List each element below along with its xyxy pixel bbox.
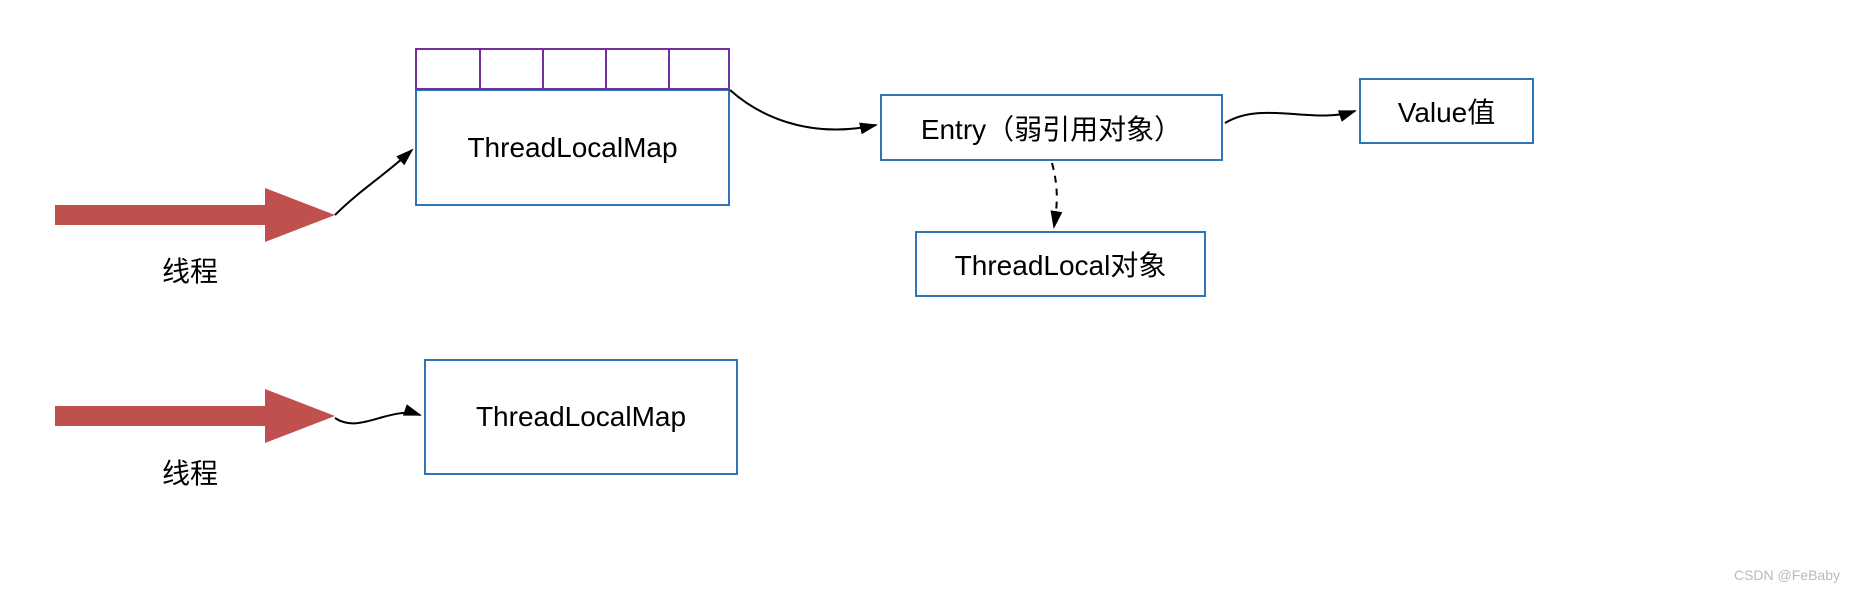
threadlocalmap-text-2: ThreadLocalMap [476, 401, 686, 433]
connector-cells-to-entry [728, 85, 888, 145]
watermark: CSDN @FeBaby [1734, 567, 1840, 583]
connector-thread2-to-map [330, 400, 430, 440]
threadlocalmap-box-2: ThreadLocalMap [424, 359, 738, 475]
array-cell [542, 48, 605, 90]
threadlocal-obj-box: ThreadLocal对象 [915, 231, 1206, 297]
value-box: Value值 [1359, 78, 1534, 144]
connector-thread1-to-map [330, 140, 430, 220]
thread-label-2: 线程 [140, 452, 240, 492]
thread-label-1: 线程 [140, 250, 240, 290]
entry-box: Entry（弱引用对象） [880, 94, 1223, 161]
thread-arrow-2 [55, 389, 335, 449]
array-cells [415, 48, 730, 90]
connector-entry-to-value [1223, 95, 1363, 135]
value-text: Value值 [1398, 91, 1496, 131]
array-cell [605, 48, 668, 90]
threadlocalmap-box-1: ThreadLocalMap [415, 89, 730, 206]
connector-entry-to-threadlocal [1040, 161, 1070, 236]
array-cell [479, 48, 542, 90]
array-cell [415, 48, 479, 90]
thread-arrow-1 [55, 188, 335, 248]
entry-text: Entry（弱引用对象） [921, 108, 1182, 148]
array-cell [668, 48, 730, 90]
threadlocalmap-text-1: ThreadLocalMap [467, 132, 677, 164]
threadlocal-obj-text: ThreadLocal对象 [955, 244, 1167, 284]
